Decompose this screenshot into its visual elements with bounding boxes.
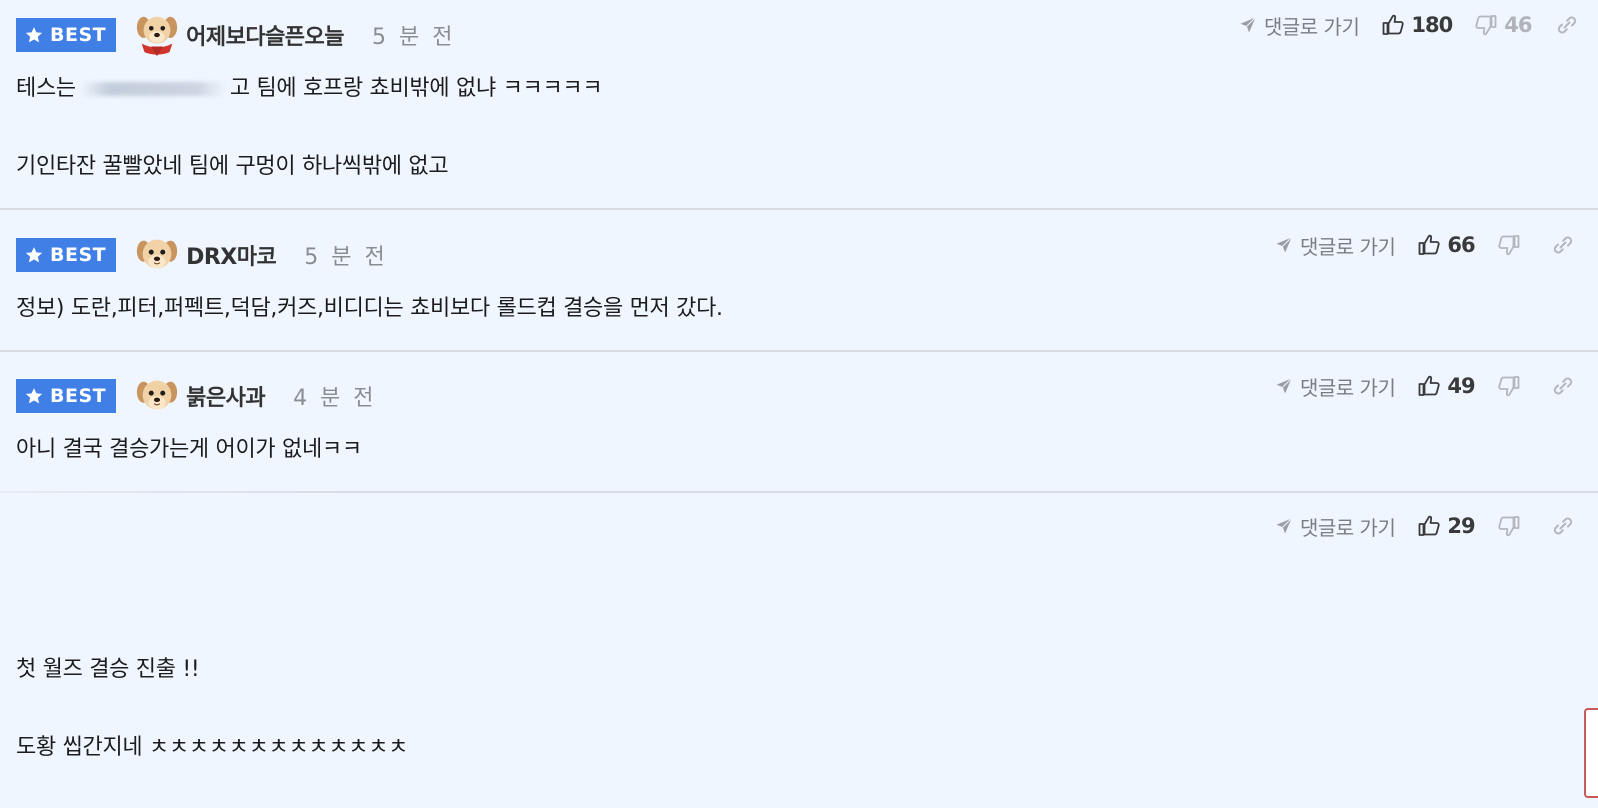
like-button[interactable]: 49 <box>1417 374 1476 398</box>
like-button[interactable]: 66 <box>1417 233 1476 257</box>
link-icon[interactable] <box>1551 374 1575 398</box>
best-badge-label: BEST <box>50 244 107 266</box>
dislike-count: 46 <box>1504 13 1532 37</box>
navigation-arrow-icon <box>1274 516 1294 536</box>
username[interactable]: DRX마코 <box>186 239 277 271</box>
link-icon[interactable] <box>1551 514 1575 538</box>
thumbs-down-icon <box>1497 374 1521 398</box>
comment-header: BEST DRX마코 5 분 전 <box>16 233 388 277</box>
avatar[interactable] <box>134 232 180 278</box>
username[interactable]: 어제보다슬픈오늘 <box>186 19 344 51</box>
blurred-text <box>79 82 226 96</box>
comment-line: 아니 결국 결승가는게 어이가 없네ㅋㅋ <box>16 437 362 462</box>
comment-line: 기인타잔 꿀빨았네 팀에 구멍이 하나씩밖에 없고 <box>16 154 449 179</box>
comment-line: 고 팀에 호프랑 쵸비밖에 없냐 ㅋㅋㅋㅋㅋ <box>229 76 603 101</box>
comment-actions: 댓글로 가기 49 <box>1274 369 1575 403</box>
navigation-arrow-icon <box>1238 15 1258 35</box>
dislike-button[interactable] <box>1497 514 1527 538</box>
timestamp: 4 분 전 <box>293 386 377 411</box>
comment-body: 정보) 도란,피터,퍼펙트,덕담,커즈,비디디는 쵸비보다 롤드컵 결승을 먼저… <box>16 289 723 328</box>
star-icon <box>24 386 44 406</box>
best-badge: BEST <box>16 379 117 413</box>
reply-link[interactable]: 댓글로 가기 <box>1238 11 1360 40</box>
dislike-button[interactable] <box>1497 233 1527 257</box>
reply-link[interactable]: 댓글로 가기 <box>1274 512 1396 541</box>
like-count: 49 <box>1447 374 1475 398</box>
reply-link[interactable]: 댓글로 가기 <box>1274 372 1396 401</box>
dislike-button[interactable] <box>1497 374 1527 398</box>
comment-item: BEST 어제보다슬픈오늘 5 분 전 댓글로 가기 180 46 테스는 고 팀… <box>0 0 1598 210</box>
comment-body: 테스는 고 팀에 호프랑 쵸비밖에 없냐 ㅋㅋㅋㅋㅋ 기인타잔 꿀빨았네 팀에 구… <box>16 69 603 186</box>
avatar[interactable] <box>134 373 180 419</box>
like-button[interactable]: 29 <box>1417 514 1476 538</box>
thumbs-down-icon <box>1497 514 1521 538</box>
avatar[interactable] <box>134 12 180 58</box>
star-icon <box>24 25 44 45</box>
best-badge: BEST <box>16 238 117 272</box>
reply-link-label: 댓글로 가기 <box>1300 375 1396 400</box>
comment-header: BEST 붉은사과 4 분 전 <box>16 374 377 418</box>
comment-header: BEST 어제보다슬픈오늘 5 분 전 <box>16 13 456 57</box>
username[interactable]: 붉은사과 <box>186 380 265 412</box>
best-badge: BEST <box>16 18 117 52</box>
like-count: 66 <box>1447 233 1475 257</box>
navigation-arrow-icon <box>1274 376 1294 396</box>
thumbs-up-icon <box>1417 233 1441 257</box>
comment-actions: 댓글로 가기 66 <box>1274 228 1575 262</box>
best-badge-label: BEST <box>50 24 107 46</box>
reply-link-label: 댓글로 가기 <box>1264 14 1360 39</box>
like-count: 29 <box>1447 514 1475 538</box>
comment-actions: 댓글로 가기 180 46 <box>1238 8 1579 42</box>
star-icon <box>24 245 44 265</box>
thumbs-down-icon <box>1497 233 1521 257</box>
comment-body: 아니 결국 결승가는게 어이가 없네ㅋㅋ <box>16 430 362 469</box>
dislike-button[interactable]: 46 <box>1474 13 1532 37</box>
thumbs-up-icon <box>1381 13 1405 37</box>
like-count: 180 <box>1411 13 1453 37</box>
comment-body: 첫 월즈 결승 진출 !! 도황 씹간지네 ㅊㅊㅊㅊㅊㅊㅊㅊㅊㅊㅊㅊㅊ <box>16 650 409 767</box>
thumbs-up-icon <box>1417 514 1441 538</box>
reply-link-label: 댓글로 가기 <box>1300 515 1396 540</box>
navigation-arrow-icon <box>1274 235 1294 255</box>
comment-item: BEST 붉은사과 4 분 전 댓글로 가기 49 아니 결국 결승가는게 어이… <box>0 352 1598 493</box>
comment-line: 테스는 <box>16 76 76 101</box>
timestamp: 5 분 전 <box>304 245 388 270</box>
comment-actions: 댓글로 가기 29 <box>1274 509 1575 543</box>
thumbs-down-icon <box>1474 13 1498 37</box>
timestamp: 5 분 전 <box>372 25 456 50</box>
comment-list: BEST 어제보다슬픈오늘 5 분 전 댓글로 가기 180 46 테스는 고 팀… <box>0 0 1598 808</box>
side-panel-edge[interactable] <box>1584 708 1598 798</box>
reply-link[interactable]: 댓글로 가기 <box>1274 231 1396 260</box>
thumbs-up-icon <box>1417 374 1441 398</box>
best-badge-label: BEST <box>50 385 107 407</box>
link-icon[interactable] <box>1555 13 1579 37</box>
like-button[interactable]: 180 <box>1381 13 1453 37</box>
link-icon[interactable] <box>1551 233 1575 257</box>
reply-link-label: 댓글로 가기 <box>1300 234 1396 259</box>
comment-line: 정보) 도란,피터,퍼펙트,덕담,커즈,비디디는 쵸비보다 롤드컵 결승을 먼저… <box>16 296 723 321</box>
comment-line: 첫 월즈 결승 진출 !! <box>16 657 200 682</box>
comment-line: 도황 씹간지네 ㅊㅊㅊㅊㅊㅊㅊㅊㅊㅊㅊㅊㅊ <box>16 735 409 760</box>
comment-item: 댓글로 가기 29 첫 월즈 결승 진출 !! 도황 씹간지네 ㅊㅊㅊㅊㅊㅊㅊㅊ… <box>0 493 1598 808</box>
comment-item: BEST DRX마코 5 분 전 댓글로 가기 66 정보) 도란,피터,퍼펙트… <box>0 210 1598 352</box>
